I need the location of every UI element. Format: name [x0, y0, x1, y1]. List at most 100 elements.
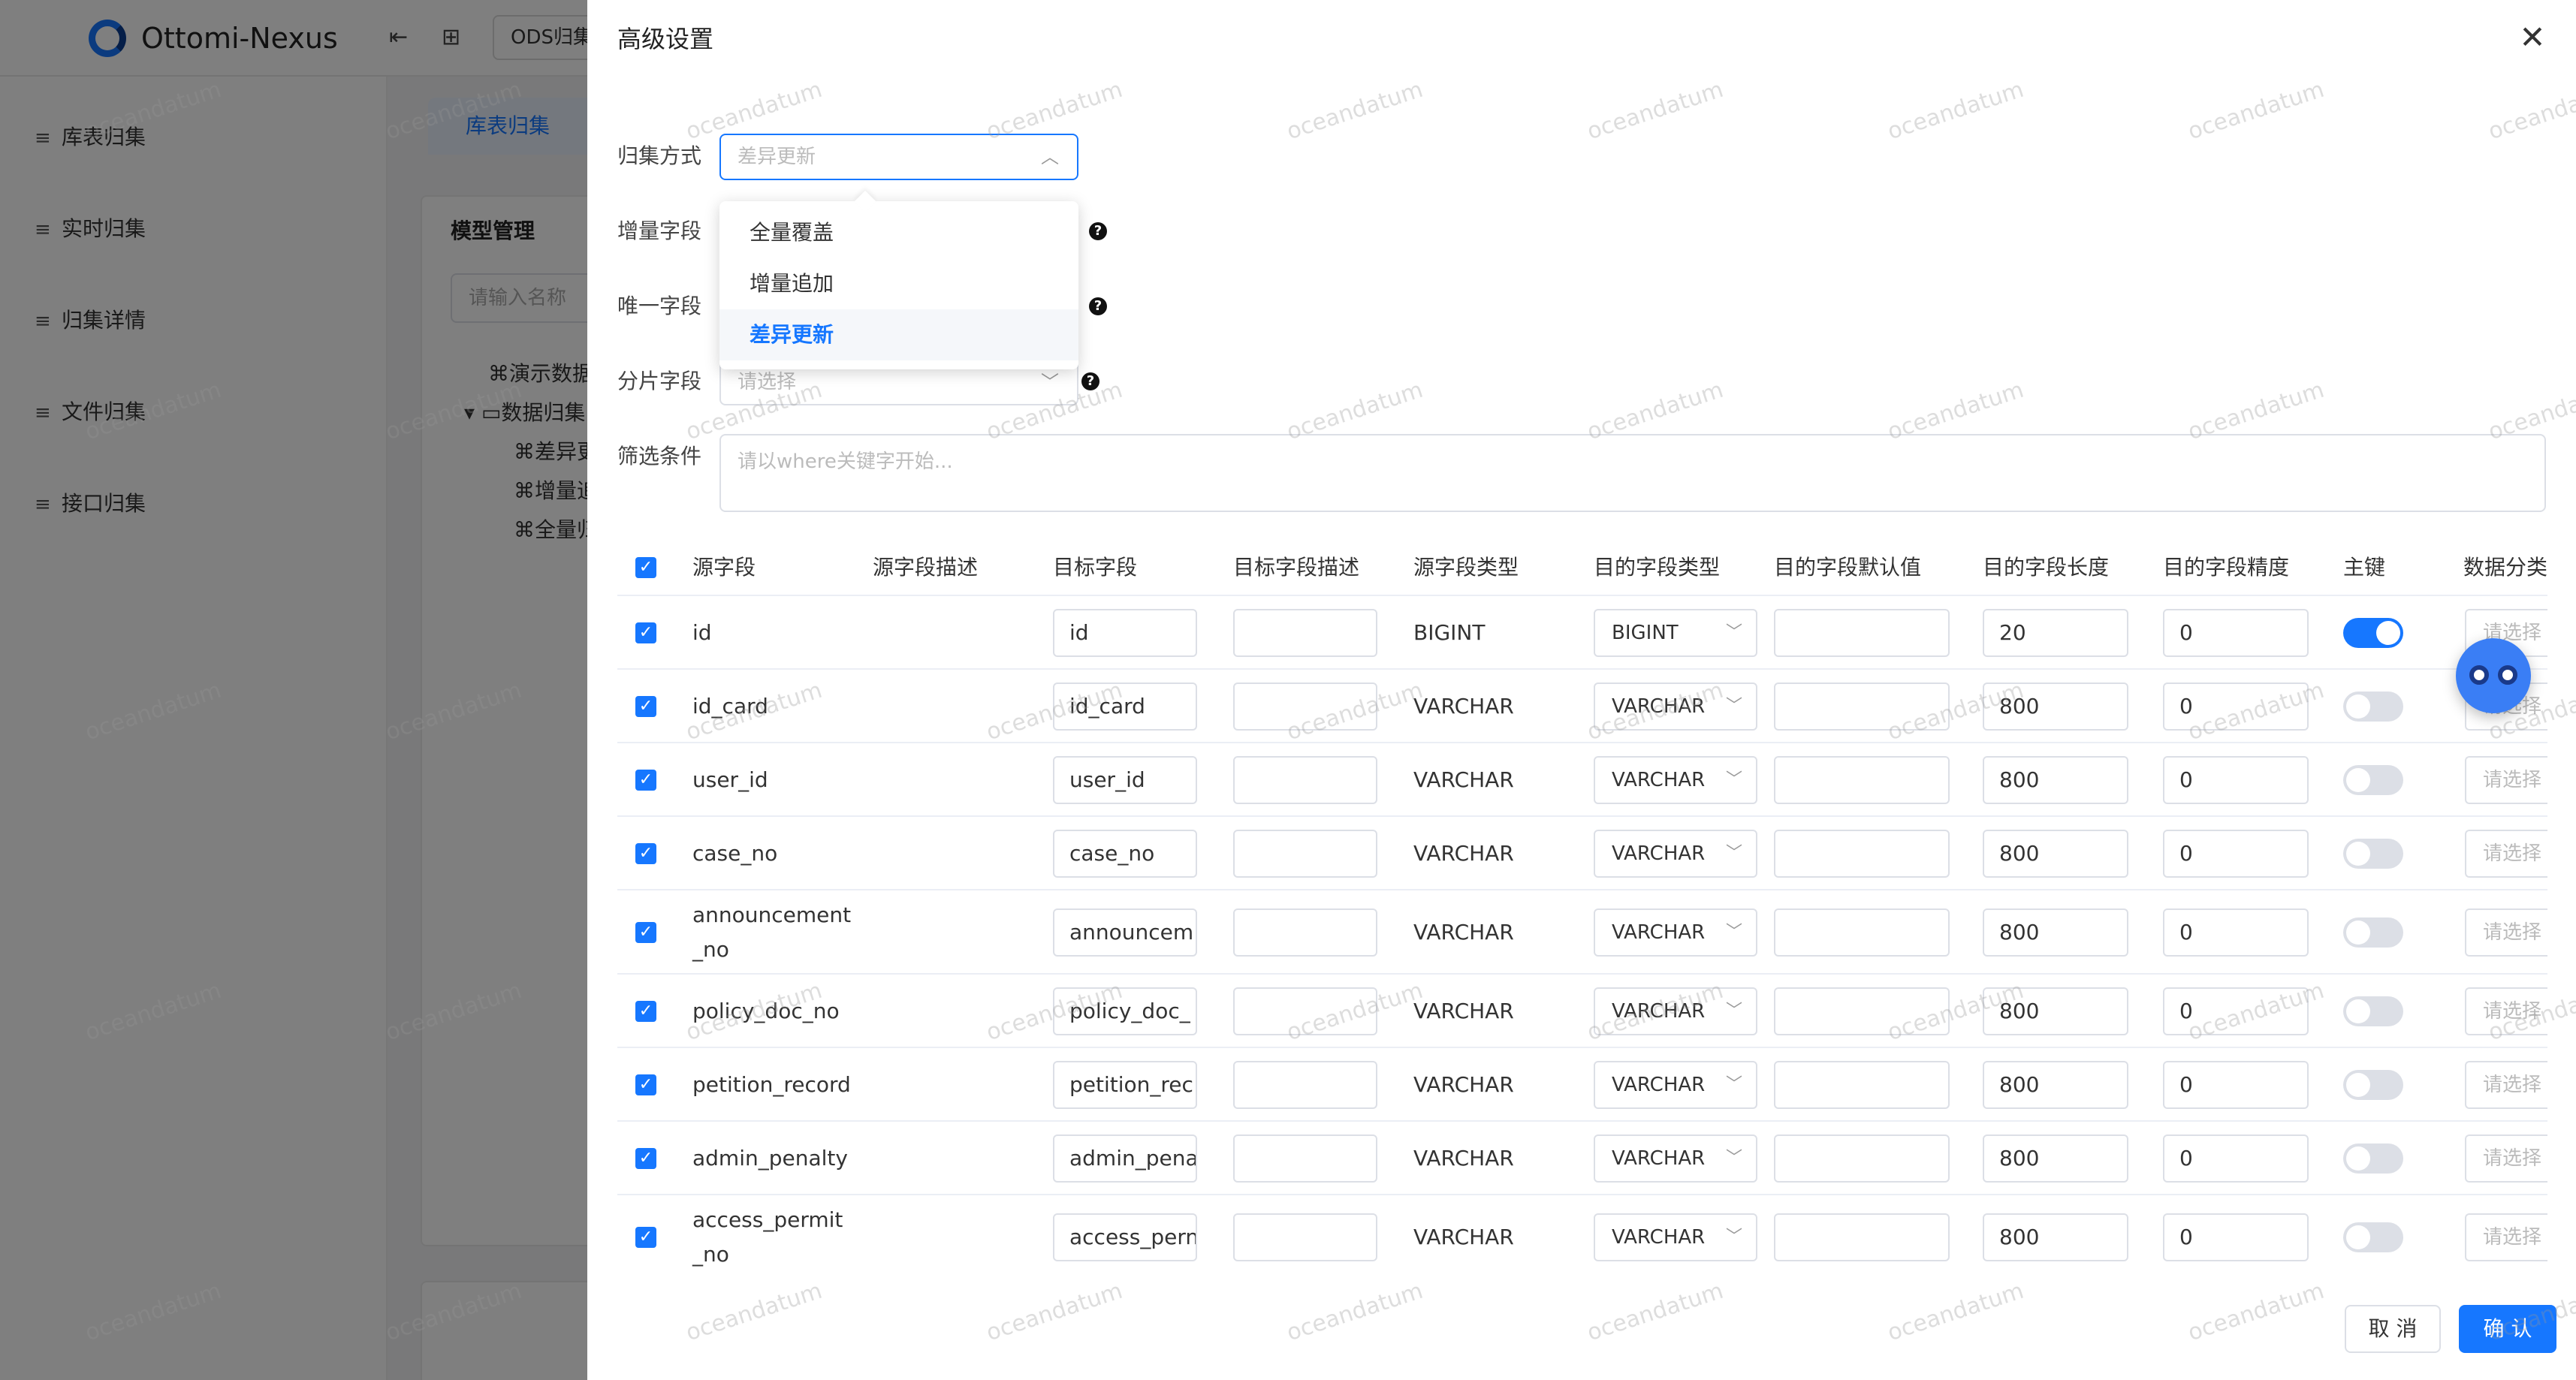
default-value-input[interactable]	[1774, 682, 1950, 731]
filter-textarea[interactable]: 请以where关键字开始...	[719, 434, 2546, 512]
toggle-knob	[2346, 921, 2370, 945]
default-value-input[interactable]	[1774, 908, 1950, 957]
target-type-select[interactable]: VARCHAR ﹀	[1594, 1061, 1757, 1109]
primary-key-toggle[interactable]	[2343, 1222, 2403, 1252]
target-field-desc-input[interactable]	[1233, 1213, 1377, 1261]
collect-mode-select[interactable]: 差异更新 ︿	[719, 134, 1078, 180]
target-field-input[interactable]: policy_doc_	[1053, 987, 1197, 1035]
target-type-select[interactable]: VARCHAR ﹀	[1594, 908, 1757, 957]
default-value-input[interactable]	[1774, 830, 1950, 878]
default-value-input[interactable]	[1774, 1134, 1950, 1183]
chevron-down-icon: ﹀	[1725, 697, 1742, 716]
target-field-input[interactable]: case_no	[1053, 830, 1197, 878]
help-icon[interactable]: ?	[1089, 222, 1107, 240]
target-field-desc-input[interactable]	[1233, 682, 1377, 731]
length-input[interactable]: 800	[1983, 1213, 2128, 1261]
target-field-desc-input[interactable]	[1233, 830, 1377, 878]
target-type-select[interactable]: VARCHAR ﹀	[1594, 1134, 1757, 1183]
target-field-desc-input[interactable]	[1233, 609, 1377, 657]
primary-key-toggle[interactable]	[2343, 839, 2403, 869]
select-all-checkbox[interactable]: ✓	[635, 557, 656, 578]
data-class-select[interactable]: 请选择	[2465, 1061, 2547, 1109]
row-checkbox[interactable]: ✓	[635, 1227, 656, 1248]
data-class-select[interactable]: 请选择	[2465, 987, 2547, 1035]
length-input[interactable]: 800	[1983, 1134, 2128, 1183]
precision-input[interactable]: 0	[2163, 1213, 2309, 1261]
option-incremental-append[interactable]: 增量追加	[719, 258, 1078, 309]
primary-key-toggle[interactable]	[2343, 917, 2403, 948]
target-type-select[interactable]: VARCHAR ﹀	[1594, 1213, 1757, 1261]
target-field-desc-input[interactable]	[1233, 987, 1377, 1035]
length-input[interactable]: 800	[1983, 1061, 2128, 1109]
default-value-input[interactable]	[1774, 1061, 1950, 1109]
chevron-down-icon: ﹀	[1725, 844, 1742, 863]
help-icon[interactable]: ?	[1089, 297, 1107, 315]
help-icon[interactable]: ?	[1081, 372, 1099, 390]
default-value-input[interactable]	[1774, 987, 1950, 1035]
row-checkbox[interactable]: ✓	[635, 696, 656, 717]
target-field-input[interactable]: user_id	[1053, 756, 1197, 804]
primary-key-toggle[interactable]	[2343, 765, 2403, 795]
primary-key-toggle[interactable]	[2343, 1143, 2403, 1174]
target-type-select[interactable]: VARCHAR ﹀	[1594, 756, 1757, 804]
precision-input[interactable]: 0	[2163, 908, 2309, 957]
target-type-select[interactable]: VARCHAR ﹀	[1594, 830, 1757, 878]
target-field-desc-input[interactable]	[1233, 1061, 1377, 1109]
length-input[interactable]: 800	[1983, 830, 2128, 878]
shard-field-placeholder: 请选择	[738, 371, 797, 393]
confirm-button[interactable]: 确 认	[2459, 1305, 2556, 1353]
default-value-input[interactable]	[1774, 609, 1950, 657]
option-full-overwrite[interactable]: 全量覆盖	[719, 207, 1078, 258]
target-field-desc-input[interactable]	[1233, 1134, 1377, 1183]
row-checkbox[interactable]: ✓	[635, 1001, 656, 1022]
target-type-select[interactable]: BIGINT ﹀	[1594, 609, 1757, 657]
precision-input[interactable]: 0	[2163, 987, 2309, 1035]
target-field-input[interactable]: id_card	[1053, 682, 1197, 731]
target-field-input[interactable]: petition_rec	[1053, 1061, 1197, 1109]
row-checkbox[interactable]: ✓	[635, 922, 656, 943]
shard-field-label: 分片字段	[617, 369, 702, 393]
length-input[interactable]: 800	[1983, 987, 2128, 1035]
primary-key-toggle[interactable]	[2343, 996, 2403, 1026]
target-field-input[interactable]: access_pern	[1053, 1213, 1197, 1261]
cancel-button[interactable]: 取 消	[2345, 1305, 2441, 1353]
column-header: 源字段描述	[873, 555, 979, 580]
data-class-select[interactable]: 请选择	[2465, 1134, 2547, 1183]
default-value-input[interactable]	[1774, 1213, 1950, 1261]
target-field-desc-input[interactable]	[1233, 908, 1377, 957]
primary-key-toggle[interactable]	[2343, 692, 2403, 722]
target-type-value: VARCHAR	[1612, 1074, 1706, 1096]
precision-input[interactable]: 0	[2163, 609, 2309, 657]
primary-key-toggle[interactable]	[2343, 618, 2403, 648]
length-input[interactable]: 20	[1983, 609, 2128, 657]
data-class-select[interactable]: 请选择	[2465, 1213, 2547, 1261]
row-checkbox[interactable]: ✓	[635, 1074, 656, 1095]
data-class-select[interactable]: 请选择	[2465, 756, 2547, 804]
row-checkbox[interactable]: ✓	[635, 770, 656, 791]
data-class-select[interactable]: 请选择	[2465, 908, 2547, 957]
precision-input[interactable]: 0	[2163, 830, 2309, 878]
precision-input[interactable]: 0	[2163, 682, 2309, 731]
target-field-input[interactable]: id	[1053, 609, 1197, 657]
table-row: ✓id_cardid_cardVARCHARVARCHAR﹀8000请选择	[617, 668, 2547, 742]
close-icon[interactable]: ✕	[2516, 21, 2549, 54]
data-class-select[interactable]: 请选择	[2465, 830, 2547, 878]
default-value-input[interactable]	[1774, 756, 1950, 804]
length-input[interactable]: 800	[1983, 756, 2128, 804]
row-checkbox[interactable]: ✓	[635, 843, 656, 864]
option-diff-update[interactable]: 差异更新	[719, 309, 1078, 360]
row-checkbox[interactable]: ✓	[635, 1148, 656, 1169]
precision-input[interactable]: 0	[2163, 756, 2309, 804]
target-field-desc-input[interactable]	[1233, 756, 1377, 804]
row-checkbox[interactable]: ✓	[635, 622, 656, 643]
assistant-robot-icon[interactable]	[2456, 638, 2531, 713]
primary-key-toggle[interactable]	[2343, 1070, 2403, 1100]
target-type-select[interactable]: VARCHAR ﹀	[1594, 987, 1757, 1035]
precision-input[interactable]: 0	[2163, 1134, 2309, 1183]
length-input[interactable]: 800	[1983, 682, 2128, 731]
target-type-select[interactable]: VARCHAR ﹀	[1594, 682, 1757, 731]
length-input[interactable]: 800	[1983, 908, 2128, 957]
target-field-input[interactable]: announcem	[1053, 908, 1197, 957]
precision-input[interactable]: 0	[2163, 1061, 2309, 1109]
target-field-input[interactable]: admin_pena	[1053, 1134, 1197, 1183]
